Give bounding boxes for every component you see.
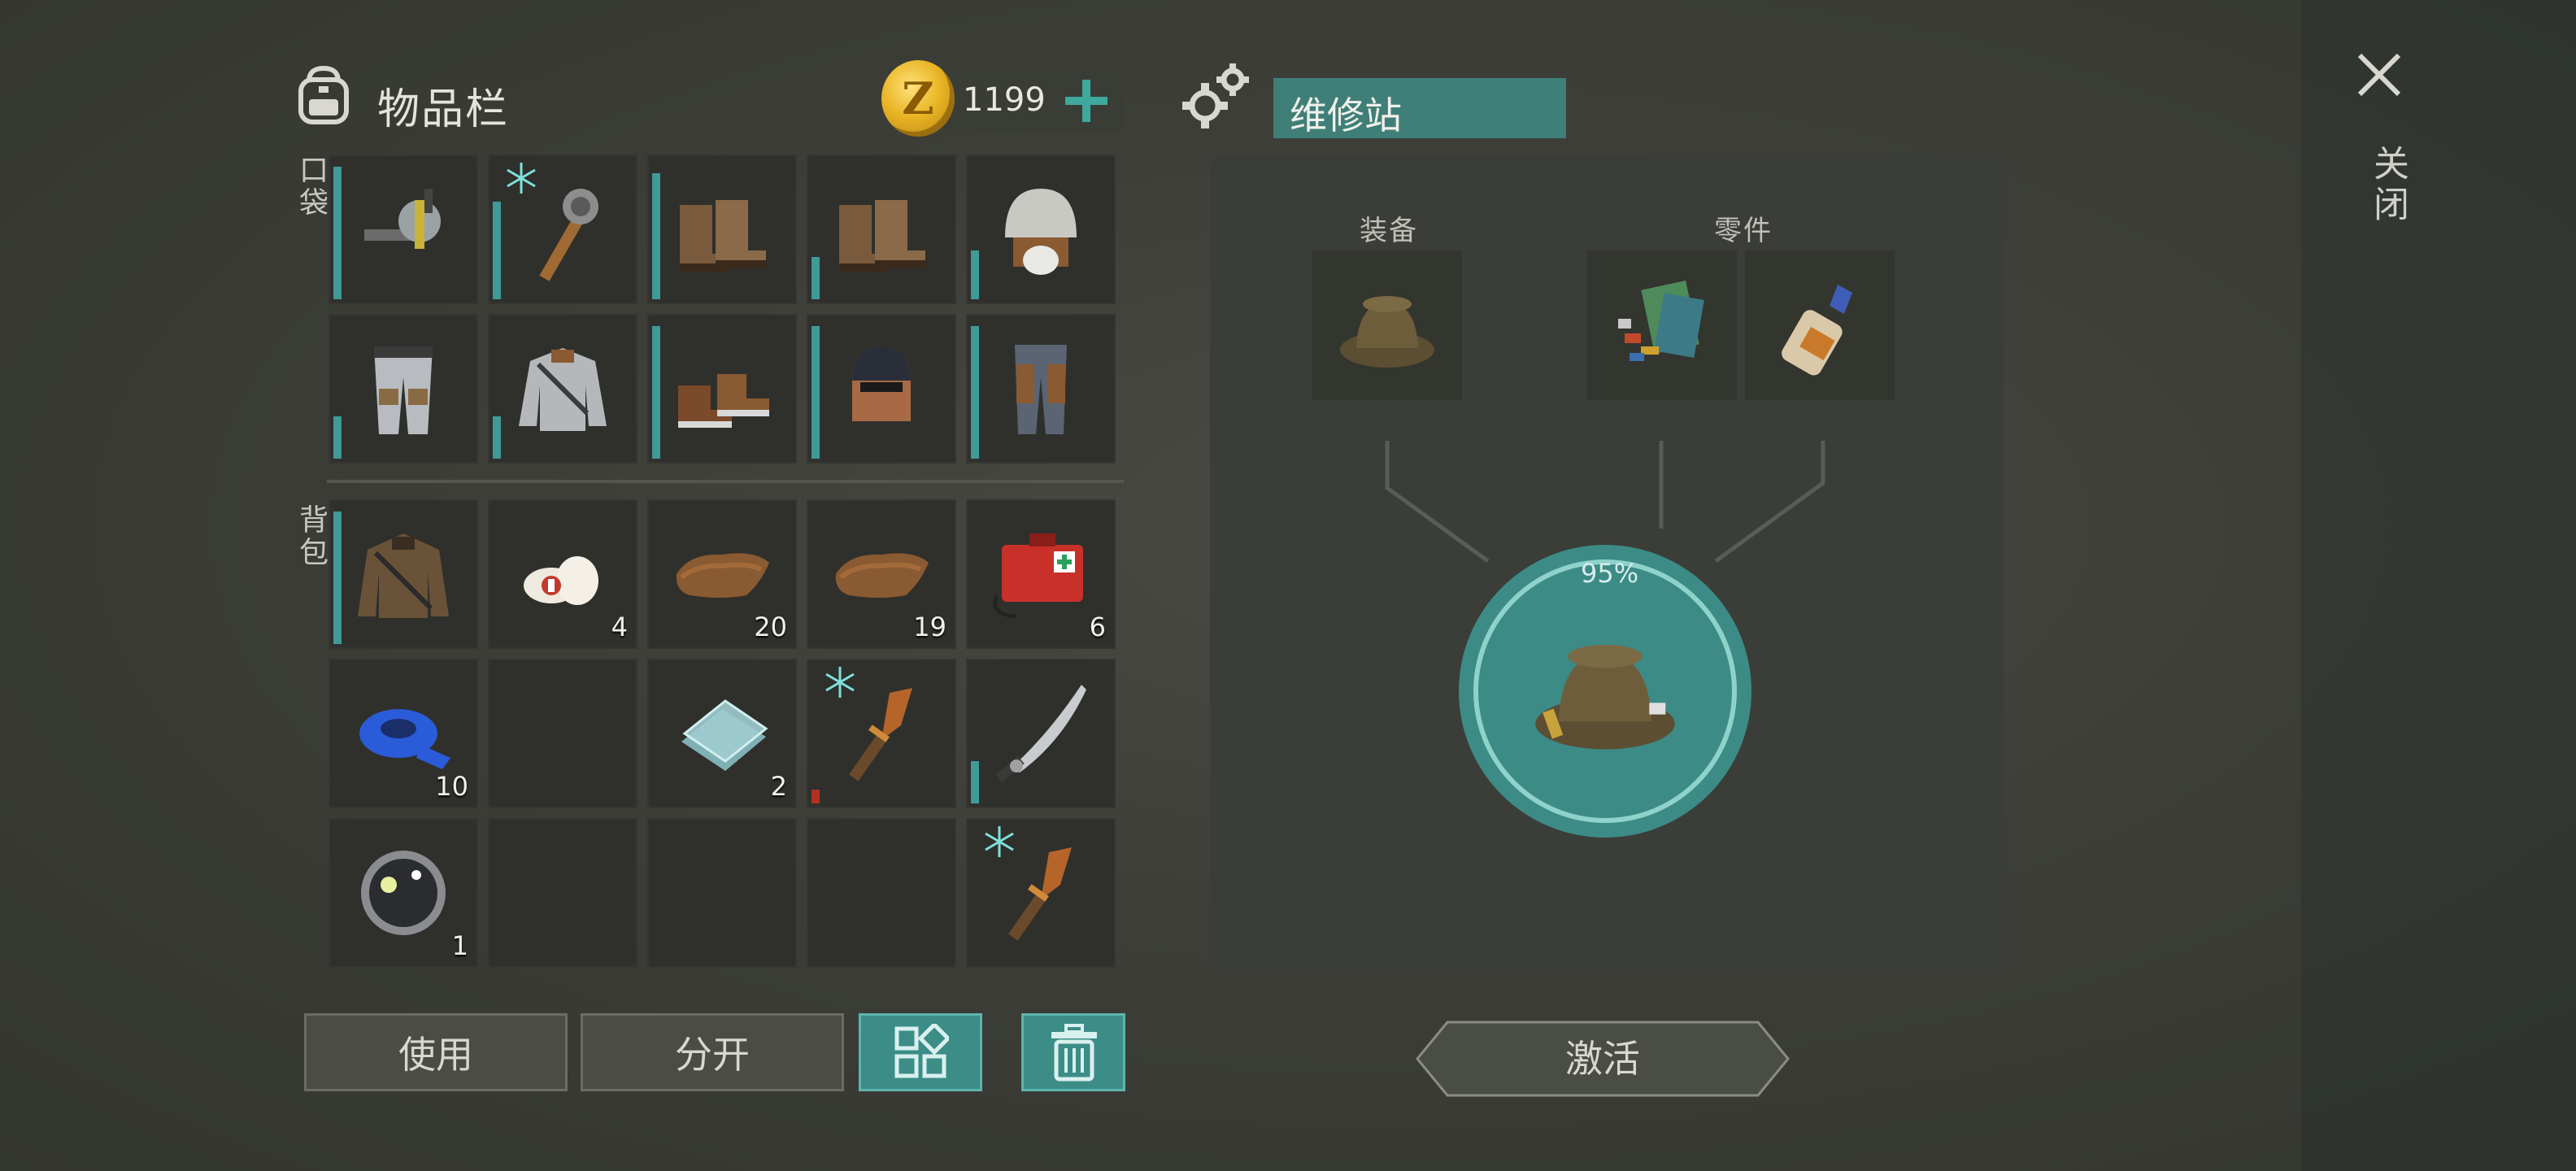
durability-bar [652,326,660,459]
backpack-slot[interactable]: 19 [807,499,956,649]
scrap-parts-icon [1618,281,1704,361]
backpack-slot[interactable]: 4 [488,499,637,649]
pocket-slot[interactable] [807,155,956,304]
durability-bar [812,326,820,459]
equipment-label: 装备 [1360,215,1418,247]
backpack-slot[interactable]: 6 [966,499,1116,649]
pockets-label: 口袋 [294,155,328,220]
durability-bar [971,250,979,299]
parts-slot-2[interactable] [1745,250,1895,400]
first-aid-kit-icon [993,533,1083,618]
section-divider [327,480,1124,483]
repair-result-slot[interactable] [1459,545,1751,838]
pocket-slot[interactable] [488,155,637,304]
durability-bar [971,761,979,803]
backpack-slot[interactable] [329,499,478,649]
backpack-slot[interactable] [807,659,956,808]
inventory-title: 物品栏 [377,85,510,134]
frozen-icon [825,667,855,698]
close-icon[interactable] [2355,50,2404,99]
frozen-icon [985,826,1014,857]
pocket-slot[interactable] [488,314,637,464]
durability-bar [812,790,820,803]
durability-bar [333,416,342,459]
pocket-slot[interactable] [807,314,956,464]
backpack-label: 背包 [294,504,328,569]
repair-progress: 95% [1581,558,1639,589]
backpack-slot[interactable]: 2 [647,659,797,808]
pocket-slot[interactable] [329,155,478,304]
gears-icon [1182,63,1249,128]
frozen-icon [507,163,536,194]
bandage-icon [524,556,598,605]
pocket-slot[interactable] [329,314,478,464]
backpack-slot[interactable] [807,818,956,968]
coin-value: 1199 [963,81,1046,119]
backpack-slot[interactable] [488,818,637,968]
side-panel-strip [2301,0,2576,1171]
equipment-slot[interactable] [1312,250,1462,400]
boots-icon [680,200,766,272]
pocket-slot[interactable] [647,314,797,464]
durability-bar [493,416,501,459]
backpack-slot[interactable]: 20 [647,499,797,649]
glass-sheets-icon [681,699,768,771]
parts-slot-1[interactable] [1587,250,1737,400]
bucket-hat-icon [1340,296,1434,368]
durability-bar [493,202,501,299]
use-button[interactable]: 使用 [304,1013,568,1091]
item-count: 2 [770,771,787,802]
item-count: 19 [913,612,946,642]
durability-bar [971,326,979,459]
leather-shoes-icon [678,374,769,428]
coin-icon: Z [881,60,955,137]
grid-icon [894,1024,949,1078]
armored-pants-icon [374,346,433,434]
item-count: 20 [754,612,787,642]
durability-bar [812,257,820,299]
leather-pants-icon [1015,345,1067,434]
drill-icon [364,189,441,249]
pocket-slot[interactable] [966,155,1116,304]
backpack-icon [298,65,349,124]
glue-icon [1782,285,1852,376]
durability-bar [652,173,660,299]
armored-jacket-icon [519,348,607,431]
fur-hat-icon [1005,189,1077,275]
backpack-slot[interactable] [966,818,1116,968]
trash-icon [1051,1024,1097,1082]
close-label[interactable]: 关闭 [2361,145,2413,226]
item-count: 4 [611,612,628,642]
backpack-slot[interactable] [488,659,637,808]
backpack-slot[interactable]: 10 [329,659,478,808]
item-count: 10 [435,771,468,802]
pocket-slot[interactable] [647,155,797,304]
backpack-slot[interactable] [966,659,1116,808]
lens-icon [361,851,446,935]
split-button[interactable]: 分开 [581,1013,844,1091]
leather-jacket-icon [358,533,449,618]
durability-bar [333,167,342,299]
activate-button[interactable]: 激活 [1415,1020,1791,1098]
pocket-slot[interactable] [966,314,1116,464]
machete-icon [995,685,1086,783]
boots-icon [839,200,925,272]
trash-button[interactable] [1021,1013,1125,1091]
item-count: 1 [451,930,468,961]
add-coins-button[interactable] [1057,72,1116,130]
sort-button[interactable] [859,1013,982,1091]
bucket-hat-icon [1535,644,1675,750]
repair-station-title: 维修站 [1273,78,1566,138]
durability-bar [333,511,342,644]
parts-label: 零件 [1714,215,1773,247]
backpack-slot[interactable] [647,818,797,968]
item-count: 6 [1089,612,1106,642]
welding-helmet-icon [852,346,911,421]
backpack-slot[interactable]: 1 [329,818,478,968]
